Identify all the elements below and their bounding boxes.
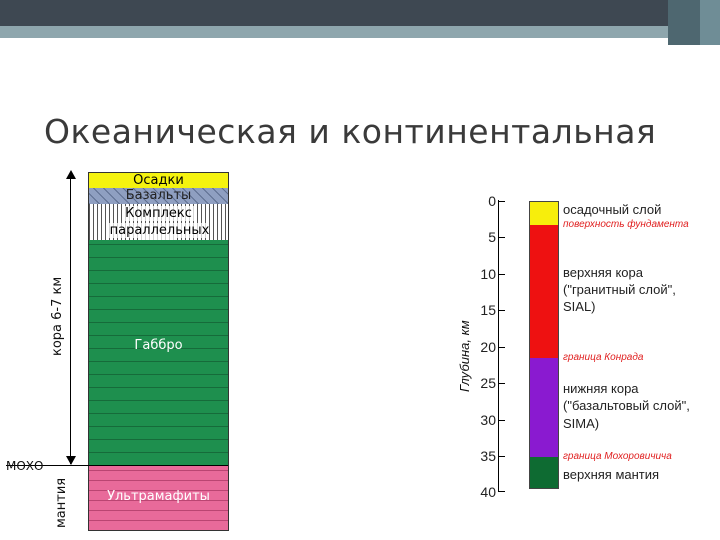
- label-basement-surface: поверхность фундамента: [563, 219, 689, 230]
- cont-layer-upper-crust: [529, 225, 559, 358]
- label-upper-mantle: верхняя мантия: [563, 467, 660, 482]
- mantle-label: мантия: [54, 477, 69, 528]
- depth-tick: [499, 347, 505, 348]
- label-upper-crust-2: ("гранитный слой",: [563, 282, 676, 297]
- depth-axis-line: [498, 200, 499, 492]
- cont-layer-lower-crust: [529, 358, 559, 457]
- depth-axis-title: Глубина, км: [457, 320, 472, 392]
- depth-tick: [499, 491, 505, 492]
- header-corner-accent: [700, 0, 720, 45]
- label-upper-crust-3: SIAL): [563, 299, 596, 314]
- slide-title: Океаническая и континентальная: [44, 112, 657, 151]
- depth-tick-label: 0: [488, 193, 496, 209]
- arrow-down-icon: [66, 456, 76, 465]
- label-lower-crust-1: нижняя кора: [563, 381, 639, 396]
- depth-tick-label: 10: [480, 266, 496, 282]
- depth-tick-label: 40: [480, 484, 496, 500]
- depth-tick-label: 20: [480, 339, 496, 355]
- cont-layer-mantle: [529, 457, 559, 489]
- depth-tick: [499, 310, 505, 311]
- crust-thickness-arrow: [70, 172, 71, 464]
- label-sediment-layer: осадочный слой: [563, 202, 662, 217]
- depth-tick-label: 25: [480, 375, 496, 391]
- label-lower-crust-3: SIMA): [563, 416, 600, 431]
- depth-tick-label: 5: [488, 229, 496, 245]
- header-bar: [0, 0, 720, 26]
- label-upper-crust-1: верхняя кора: [563, 265, 643, 280]
- layer-gabbro: Габбро: [88, 240, 229, 465]
- crust-thickness-label: кора 6-7 км: [50, 276, 65, 356]
- layer-sediments-label: Осадки: [133, 173, 184, 188]
- moho-label: МОХО: [6, 459, 44, 473]
- layer-dikes-label-line1: Комплекс: [123, 206, 194, 221]
- layer-basalts: Базальты: [88, 188, 229, 204]
- depth-tick: [499, 420, 505, 421]
- layer-basalts-label: Базальты: [125, 188, 192, 203]
- depth-tick: [499, 237, 505, 238]
- layer-sediments: Осадки: [88, 172, 229, 188]
- arrow-up-icon: [66, 170, 76, 179]
- depth-tick: [499, 274, 505, 275]
- label-conrad-boundary: граница Конрада: [563, 352, 644, 363]
- label-lower-crust-2: ("базальтовый слой",: [563, 398, 690, 413]
- layer-ultramafic: Ультрамафиты: [88, 465, 229, 531]
- label-moho-boundary: граница Мохоровичича: [563, 451, 672, 462]
- layer-ultramafic-label: Ультрамафиты: [107, 489, 210, 504]
- header-band: [0, 26, 720, 38]
- depth-tick-label: 15: [480, 302, 496, 318]
- depth-tick-label: 35: [480, 448, 496, 464]
- depth-tick: [499, 201, 505, 202]
- layer-dike-complex: Комплекс параллельных даек: [88, 204, 229, 253]
- cont-layer-sediment: [529, 201, 559, 225]
- depth-tick: [499, 383, 505, 384]
- layer-gabbro-label: Габбро: [134, 338, 183, 353]
- depth-tick: [499, 456, 505, 457]
- depth-tick-label: 30: [480, 412, 496, 428]
